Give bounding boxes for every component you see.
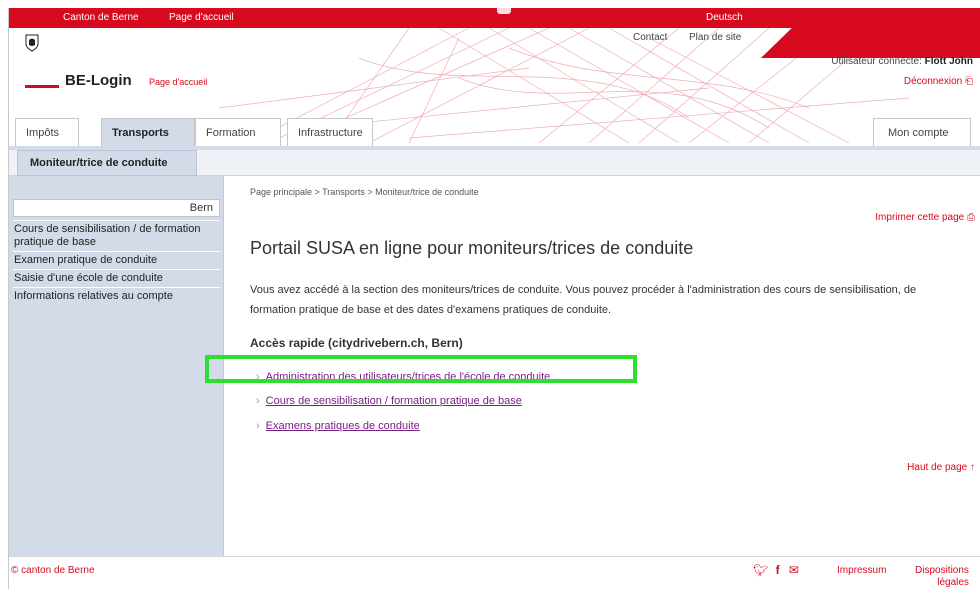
sub-nav-bar: Moniteur/trice de conduite (9, 150, 980, 176)
back-to-top-label[interactable]: Haut de page (907, 462, 967, 473)
page-title: Portail SUSA en ligne pour moniteurs/tri… (250, 238, 694, 258)
sidebar-search-field[interactable]: Bern (13, 199, 220, 217)
sidebar-search-value: Bern (189, 202, 213, 214)
quick-link-label[interactable]: Examens pratiques de conduite (266, 420, 420, 432)
sidebar: Bern Cours de sensibilisation / de forma… (9, 176, 224, 556)
quick-link-label[interactable]: Cours de sensibilisation / formation pra… (266, 395, 522, 407)
printer-icon[interactable]: ⎙ (967, 212, 975, 223)
facebook-icon[interactable]: f (776, 563, 780, 577)
sidebar-item-examen[interactable]: Examen pratique de conduite (13, 251, 220, 269)
print-page-link[interactable]: Imprimer cette page ⎙ (875, 212, 975, 223)
language-link[interactable]: Deutsch (706, 12, 743, 23)
tab-formation[interactable]: Formation (195, 118, 281, 146)
bern-coat-of-arms-icon[interactable] (25, 34, 39, 52)
browser-page: Canton de Berne Page d'accueil Deutsch B… (8, 8, 980, 589)
brand-home-link[interactable]: Page d'accueil (149, 77, 207, 87)
tab-mon-compte[interactable]: Mon compte (873, 118, 971, 146)
legal-link[interactable]: Dispositions légales (915, 565, 969, 589)
brand-name[interactable]: BE-Login (65, 72, 132, 89)
sidebar-item-saisie[interactable]: Saisie d'une école de conduite (13, 269, 220, 287)
legal-label-line1[interactable]: Dispositions (915, 565, 969, 577)
logout-icon[interactable]: ⎗ (965, 76, 973, 87)
top-bar: Canton de Berne Page d'accueil Deutsch (9, 8, 980, 28)
legal-label-line2[interactable]: légales (915, 577, 969, 589)
main-nav-tabs: Impôts Transports Formation Infrastructu… (9, 118, 980, 146)
print-label[interactable]: Imprimer cette page (875, 212, 964, 223)
breadcrumb[interactable]: Page principale > Transports > Moniteur/… (250, 187, 479, 197)
user-label: Utilisateur connecté: (831, 56, 922, 67)
site-footer: © canton de Berne 🐦︎ f ✉ Impressum Dispo… (9, 556, 980, 589)
handle-icon (497, 8, 511, 14)
highlight-box (205, 355, 637, 383)
back-to-top-link[interactable]: Haut de page ↑ (907, 462, 975, 473)
arrow-up-icon[interactable]: ↑ (970, 462, 975, 473)
subtab-moniteur[interactable]: Moniteur/trice de conduite (17, 150, 197, 176)
logout-link[interactable]: Déconnexion ⎗ (904, 76, 973, 87)
tab-infrastructure[interactable]: Infrastructure (287, 118, 373, 146)
brand-accent-line (25, 85, 59, 88)
sitemap-link[interactable]: Plan de site (689, 32, 741, 43)
canton-link[interactable]: Canton de Berne (63, 12, 139, 23)
chevron-right-icon: › (256, 395, 260, 407)
copyright-text: © canton de Berne (11, 565, 95, 576)
tab-impots[interactable]: Impôts (15, 118, 79, 146)
sidebar-item-informations[interactable]: Informations relatives au compte (13, 287, 220, 305)
topbar-home-link[interactable]: Page d'accueil (169, 12, 234, 23)
logout-label[interactable]: Déconnexion (904, 76, 962, 87)
quick-access-title: Accès rapide (citydrivebern.ch, Bern) (250, 336, 463, 350)
header-red-accent (761, 28, 980, 58)
intro-text: Vous avez accédé à la section des monite… (250, 284, 917, 316)
impressum-link[interactable]: Impressum (837, 565, 886, 576)
quick-link-cours[interactable]: › Cours de sensibilisation / formation pr… (256, 395, 522, 407)
sidebar-item-cours[interactable]: Cours de sensibilisation / de formation … (13, 220, 220, 251)
social-icons: 🐦︎ f ✉ (753, 563, 799, 577)
mail-icon[interactable]: ✉ (789, 563, 799, 577)
contact-link[interactable]: Contact (633, 32, 667, 43)
logged-in-user: Utilisateur connecté: Flott John (831, 56, 973, 67)
twitter-icon[interactable]: 🐦︎ (753, 563, 768, 577)
quick-link-examens[interactable]: › Examens pratiques de conduite (256, 420, 420, 432)
user-name: Flott John (924, 56, 973, 67)
tab-transports[interactable]: Transports (101, 118, 195, 146)
chevron-right-icon: › (256, 420, 260, 432)
